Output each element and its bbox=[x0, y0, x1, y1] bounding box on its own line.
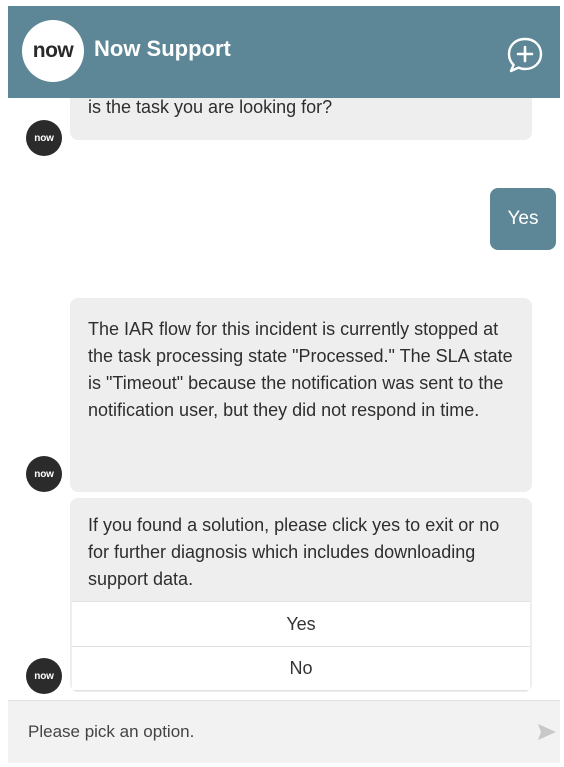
bot-avatar-text: now bbox=[34, 468, 54, 480]
now-logo: now bbox=[22, 20, 84, 82]
bot-avatar-text: now bbox=[34, 132, 54, 144]
bot-message: The IAR flow for this incident is curren… bbox=[70, 298, 532, 492]
option-no-button[interactable]: No bbox=[72, 646, 530, 691]
chat-transcript[interactable]: is the task you are looking for? now Yes… bbox=[8, 98, 560, 698]
logo-text: now bbox=[32, 39, 74, 62]
bot-avatar-text: now bbox=[34, 670, 54, 682]
message-input[interactable] bbox=[28, 717, 508, 747]
send-icon[interactable] bbox=[536, 721, 558, 743]
bot-message: is the task you are looking for? bbox=[70, 98, 532, 140]
bot-option-card: If you found a solution, please click ye… bbox=[70, 498, 532, 692]
chat-header: now Now Support bbox=[8, 6, 560, 98]
option-yes-button[interactable]: Yes bbox=[72, 601, 530, 646]
bot-avatar: now bbox=[26, 658, 62, 694]
bot-avatar: now bbox=[26, 120, 62, 156]
message-composer bbox=[8, 700, 560, 763]
message-text: Yes bbox=[507, 208, 539, 229]
chat-title: Now Support bbox=[94, 36, 231, 61]
chat-window: now Now Support is the task you are look… bbox=[8, 6, 560, 763]
user-message: Yes bbox=[490, 188, 556, 250]
bot-avatar: now bbox=[26, 456, 62, 492]
chat-plus-icon[interactable] bbox=[504, 34, 546, 76]
message-text: is the task you are looking for? bbox=[88, 98, 333, 117]
message-text: The IAR flow for this incident is curren… bbox=[88, 319, 513, 420]
message-text: If you found a solution, please click ye… bbox=[88, 515, 500, 589]
